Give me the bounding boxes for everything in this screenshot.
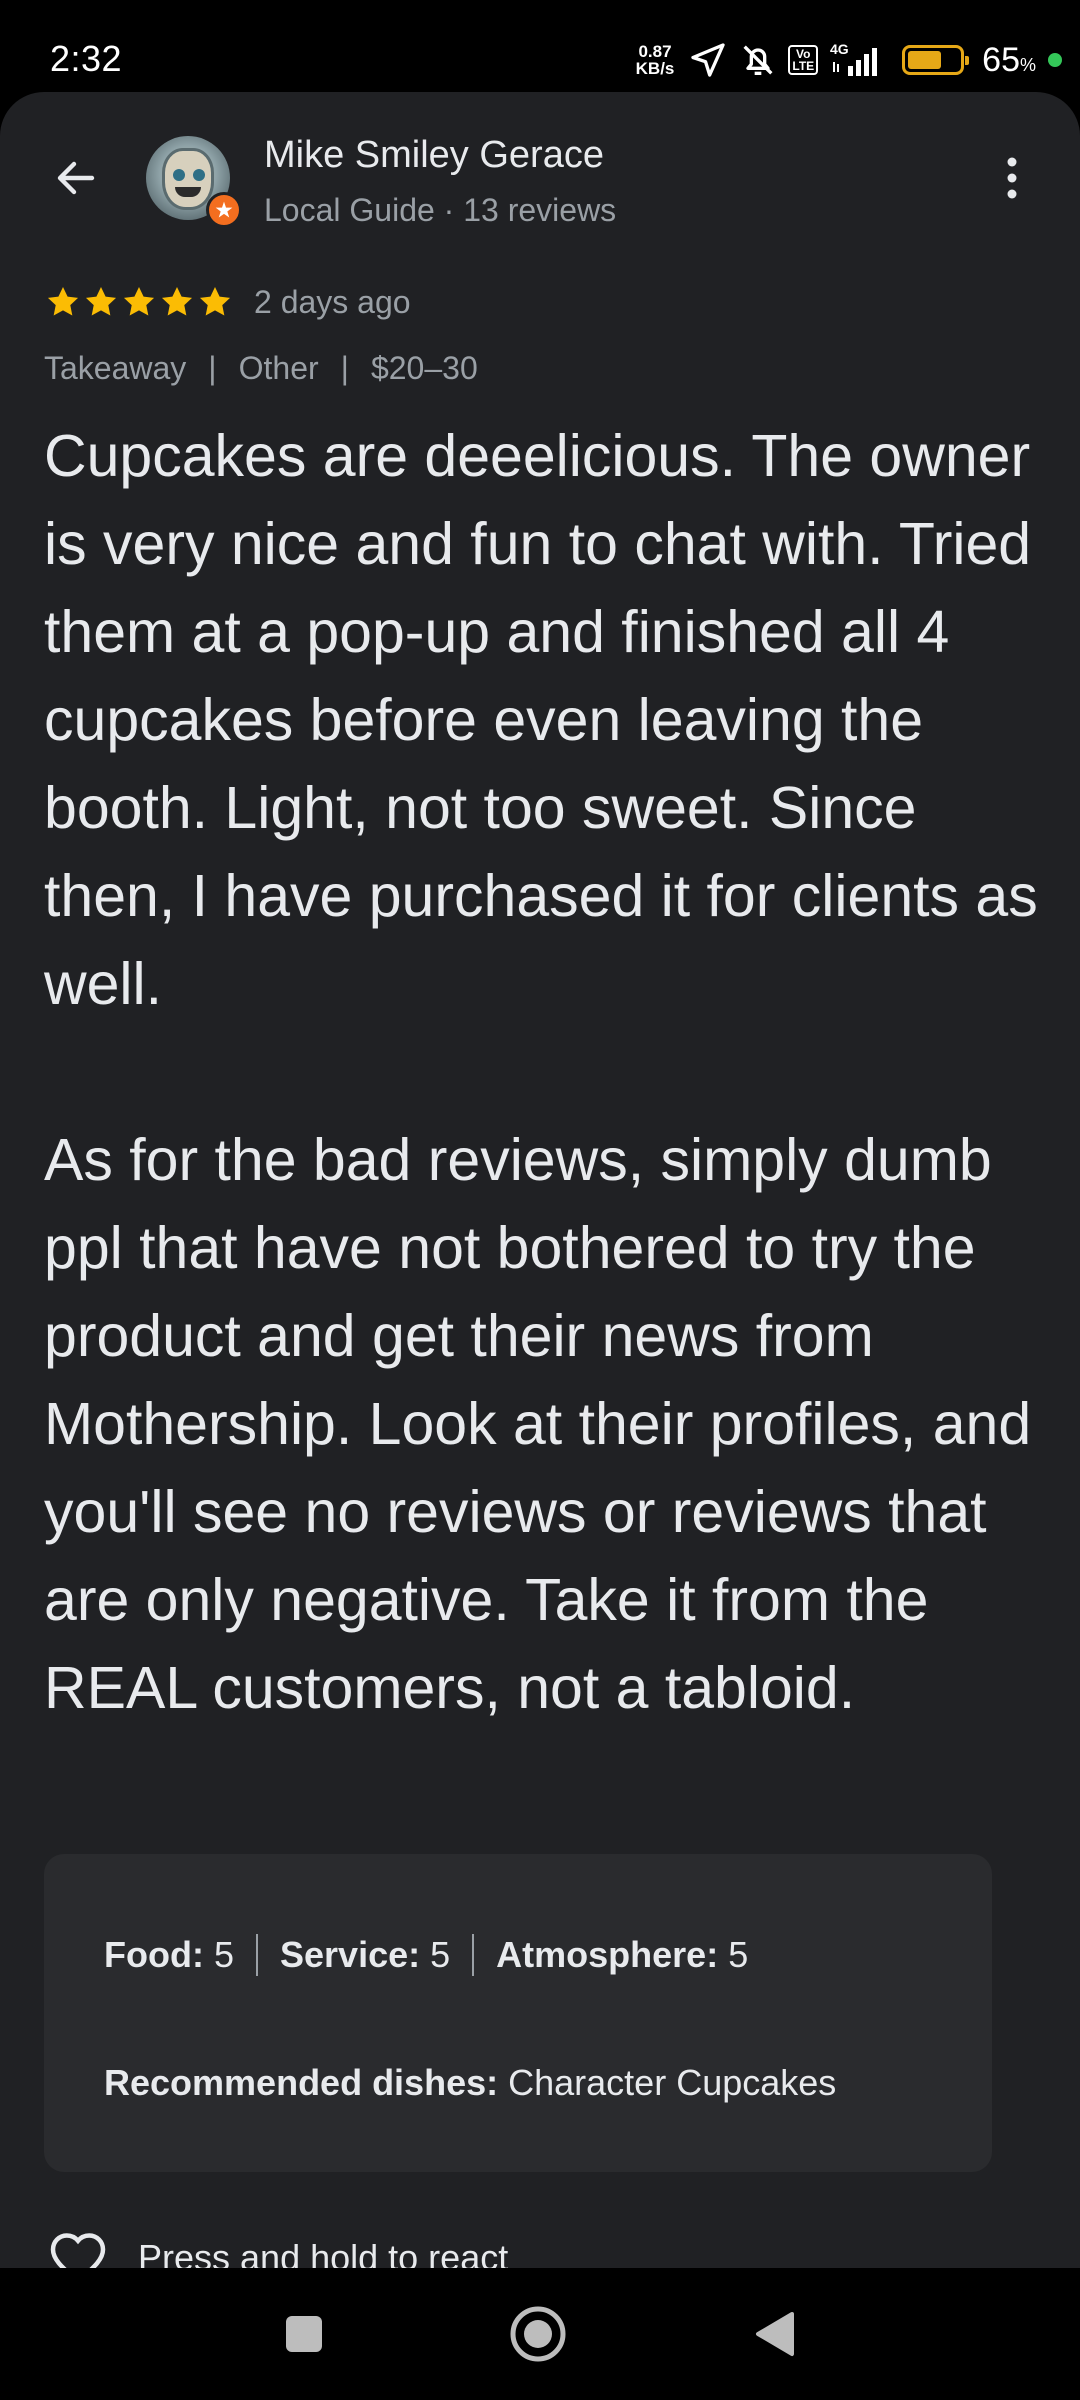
star-icon <box>161 286 193 316</box>
back-button[interactable] <box>44 146 108 210</box>
battery-icon <box>902 45 970 75</box>
dishes-value: Character Cupcakes <box>508 2062 837 2103</box>
tag-price: $20–30 <box>370 350 478 386</box>
privacy-indicator-dot <box>1048 53 1062 67</box>
review-header: Mike Smiley Gerace Local Guide · 13 revi… <box>0 92 1080 242</box>
dishes-label: Recommended dishes: <box>104 2062 499 2103</box>
recommended-dishes: Recommended dishes: Character Cupcakes <box>104 2062 836 2104</box>
battery-percent: 65% <box>982 41 1036 80</box>
status-icons: 0.87 KB/s Vo LTE 4G 65% <box>636 36 1062 84</box>
battery-percent-value: 65 <box>982 40 1020 79</box>
location-arrow-icon <box>688 40 728 80</box>
author-name[interactable]: Mike Smiley Gerace <box>264 134 604 177</box>
visit-tags: Takeaway | Other | $20–30 <box>44 350 478 387</box>
avatar-eye-right <box>193 169 205 181</box>
system-back-button[interactable] <box>742 2302 806 2366</box>
bell-off-icon <box>738 40 778 80</box>
service-label: Service: <box>280 1934 421 1975</box>
network-speed-unit: KB/s <box>635 59 675 78</box>
recents-button[interactable] <box>272 2302 336 2366</box>
avatar[interactable] <box>146 136 242 228</box>
system-nav-bar <box>0 2268 1080 2400</box>
service-value: 5 <box>430 1934 451 1975</box>
food-value: 5 <box>213 1934 234 1975</box>
star-icon <box>85 286 117 316</box>
react-button[interactable]: Press and hold to react <box>48 2230 508 2268</box>
review-date: 2 days ago <box>254 283 411 320</box>
volte-icon: Vo LTE <box>788 45 819 75</box>
atmosphere-label: Atmosphere: <box>496 1934 719 1975</box>
ratings-card: Food: 5 Service: 5 Atmosphere: 5 Recomme… <box>44 1854 992 2172</box>
review-sheet: Mike Smiley Gerace Local Guide · 13 revi… <box>0 92 1080 2268</box>
back-triangle-icon <box>756 2312 794 2356</box>
battery-percent-unit: % <box>1019 54 1036 75</box>
sub-ratings: Food: 5 Service: 5 Atmosphere: 5 <box>104 1934 748 1976</box>
food-label: Food: <box>104 1934 204 1975</box>
network-speed: 0.87 KB/s <box>636 43 675 77</box>
tag-service-type: Takeaway <box>44 350 187 386</box>
tag-separator: | <box>208 350 217 386</box>
heart-outline-icon <box>50 2233 106 2268</box>
review-body: Cupcakes are deeelicious. The owner is v… <box>44 423 1038 1721</box>
rating-separator <box>472 1934 475 1976</box>
more-options-button[interactable] <box>984 146 1040 210</box>
tag-meal-type: Other <box>238 350 319 386</box>
avatar-face <box>162 148 214 210</box>
svg-text:4G: 4G <box>830 41 849 57</box>
status-time: 2:32 <box>50 38 123 79</box>
more-vert-icon <box>1007 157 1017 199</box>
star-icon <box>47 286 79 316</box>
arrow-back-icon <box>57 161 95 195</box>
react-label: Press and hold to react <box>138 2237 509 2268</box>
atmosphere-value: 5 <box>728 1934 749 1975</box>
author-meta: Local Guide · 13 reviews <box>264 192 617 228</box>
avatar-mouth <box>175 187 201 197</box>
recents-square-icon <box>286 2316 322 2352</box>
network-speed-value: 0.87 <box>638 42 672 61</box>
avatar-eye-left <box>173 169 185 181</box>
star-rating <box>44 283 234 321</box>
star-icon <box>199 286 231 316</box>
status-bar: 2:32 0.87 KB/s Vo LTE 4G 65% <box>0 0 1080 92</box>
signal-icon: 4G <box>828 40 892 80</box>
tag-separator: | <box>340 350 349 386</box>
star-icon <box>123 286 155 316</box>
local-guide-star-icon <box>206 192 242 228</box>
home-button[interactable] <box>506 2302 570 2366</box>
battery-fill <box>908 51 942 69</box>
star-rating-row: 2 days ago <box>44 282 411 322</box>
home-circle-icon <box>510 2306 566 2362</box>
rating-separator <box>256 1934 258 1976</box>
